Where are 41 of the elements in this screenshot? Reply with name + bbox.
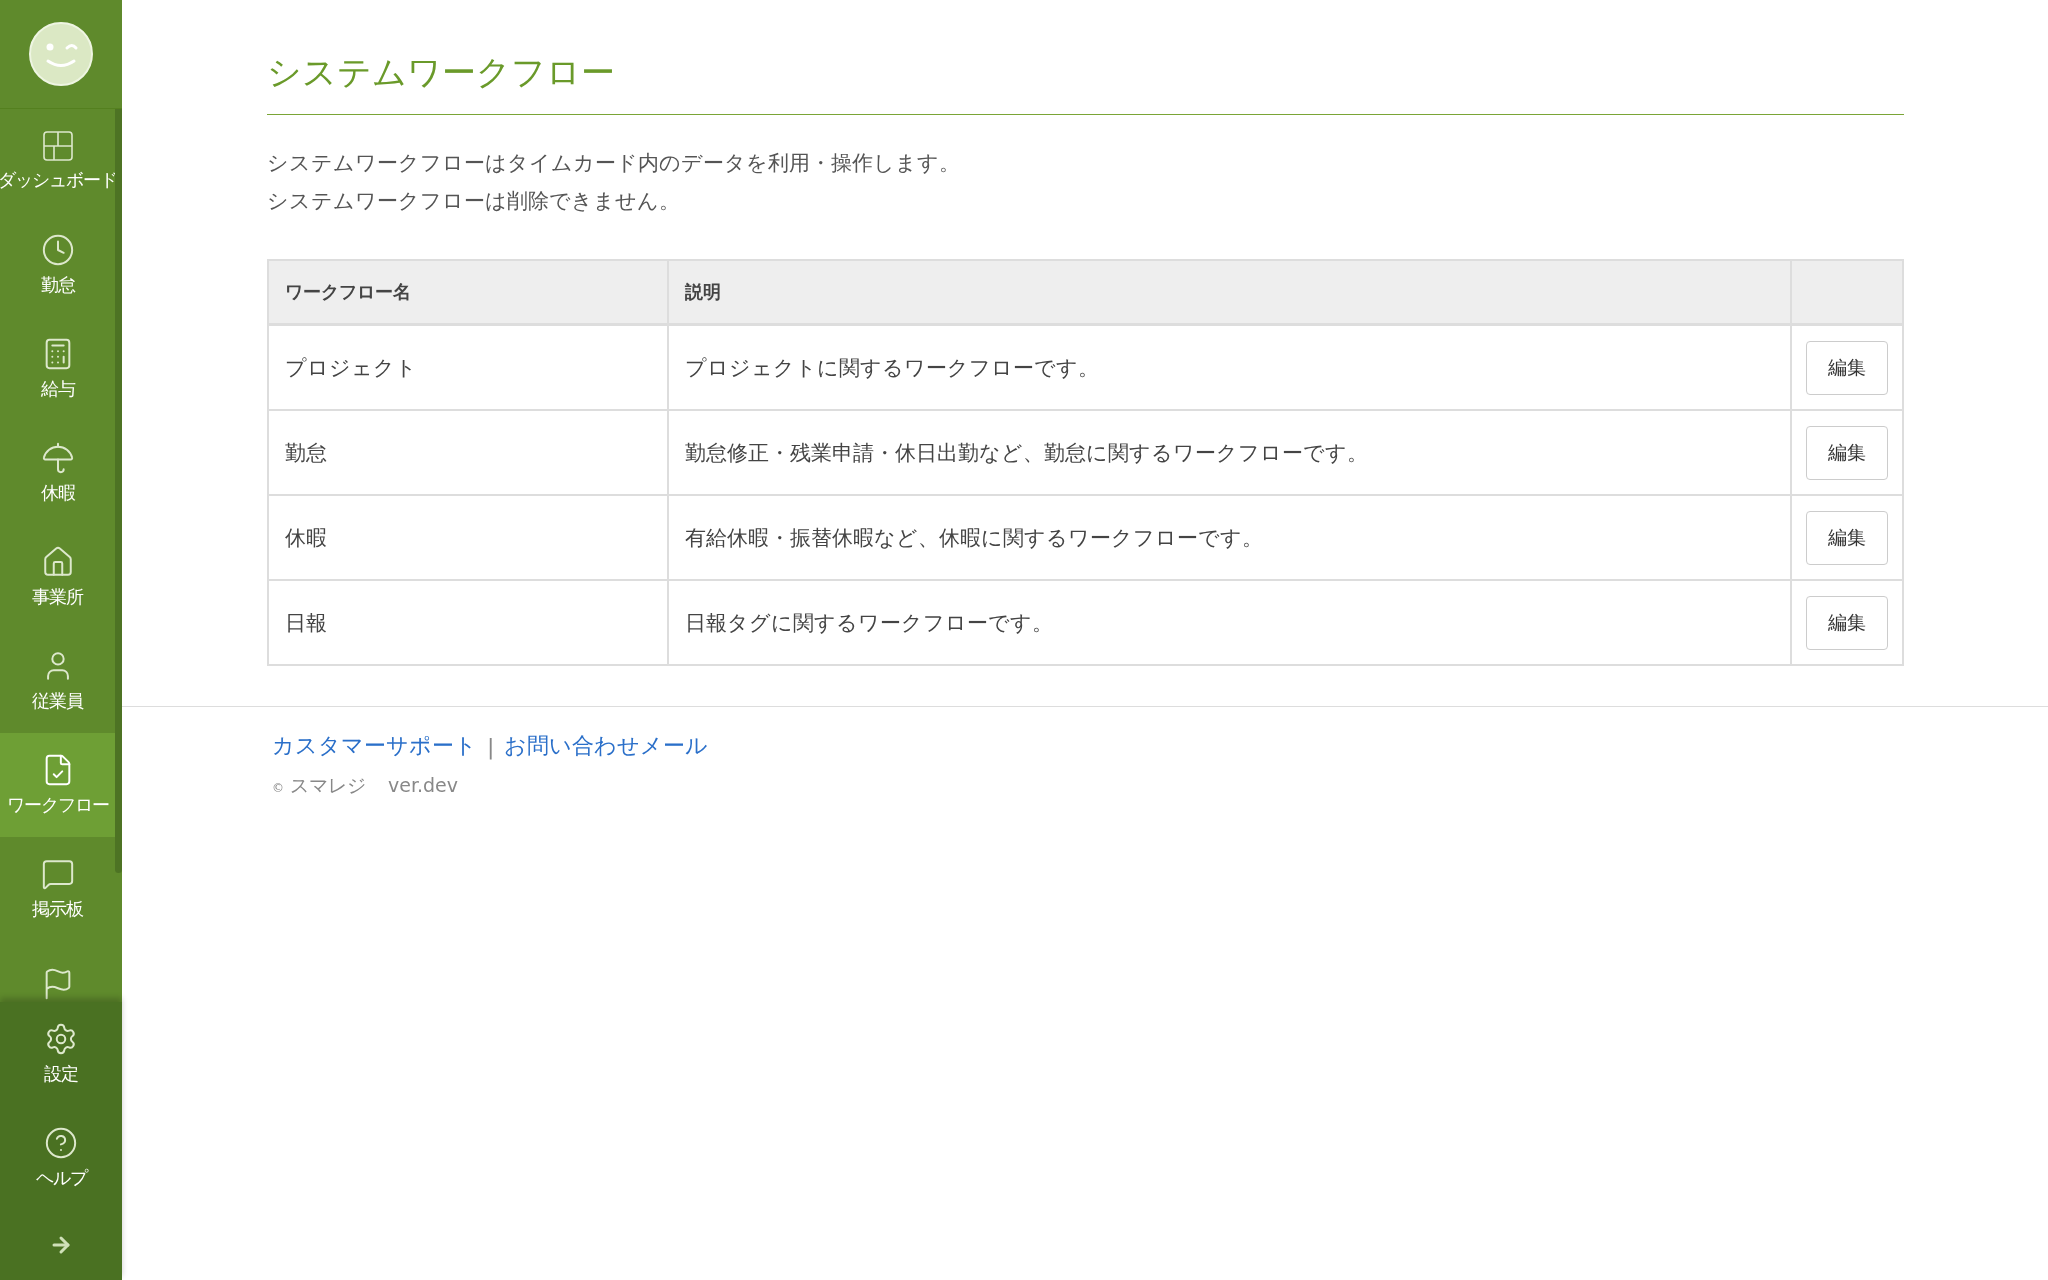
table-cell: 日報タグに関するワークフローです。: [668, 580, 1791, 665]
sidebar-item[interactable]: ヘルプ: [0, 1106, 122, 1210]
table-cell: 休暇: [268, 495, 668, 580]
column-header: ワークフロー名: [268, 260, 668, 325]
page-title: システムワークフロー: [267, 50, 1904, 115]
help-icon: [44, 1126, 78, 1160]
smiley-avatar-icon[interactable]: [28, 21, 94, 87]
table-cell: 勤怠修正・残業申請・休日出勤など、勤怠に関するワークフローです。: [668, 410, 1791, 495]
table-cell: プロジェクトに関するワークフローです。: [668, 324, 1791, 410]
contact-link[interactable]: お問い合わせメール: [504, 731, 709, 761]
edit-button[interactable]: 編集: [1806, 595, 1888, 650]
edit-button[interactable]: 編集: [1806, 510, 1888, 565]
description-text: システムワークフローはタイムカード内のデータを利用・操作します。: [267, 150, 961, 177]
message-icon: [40, 857, 75, 891]
sidebar-item[interactable]: 休暇: [0, 421, 115, 525]
scrollbar[interactable]: [115, 109, 122, 873]
table-cell: プロジェクト: [268, 324, 668, 410]
sidebar-item[interactable]: 給与: [0, 317, 115, 421]
sidebar-item[interactable]: 事業所: [0, 525, 115, 629]
table-cell: 勤怠: [268, 410, 668, 495]
brand-text: スマレジ: [290, 773, 366, 798]
clock-icon: [40, 233, 75, 267]
table-cell: 有給休暇・振替休暇など、休暇に関するワークフローです。: [668, 495, 1791, 580]
edit-button[interactable]: 編集: [1806, 340, 1888, 395]
edit-button[interactable]: 編集: [1806, 425, 1888, 480]
sidebar-item[interactable]: 勤怠: [0, 213, 115, 317]
sidebar-item[interactable]: ダッシュボード: [0, 109, 115, 213]
dashboard-icon: [41, 130, 74, 162]
support-link[interactable]: カスタマーサポート: [272, 731, 477, 761]
table-cell: 日報: [268, 580, 668, 665]
settings-icon: [44, 1022, 78, 1056]
sidebar-item[interactable]: ワークフロー: [0, 733, 115, 837]
sidebar-item[interactable]: 設定: [0, 1002, 122, 1106]
version-text: ver.dev: [388, 774, 459, 796]
description-text: システムワークフローは削除できません。: [267, 188, 681, 215]
sidebar-item[interactable]: 従業員: [0, 629, 115, 733]
copyright-mark: ©: [272, 781, 284, 795]
column-header: 説明: [668, 260, 1791, 325]
separator-text: |: [487, 733, 495, 759]
umbrella-icon: [40, 441, 75, 475]
sidebar-item[interactable]: 掲示板: [0, 837, 115, 941]
